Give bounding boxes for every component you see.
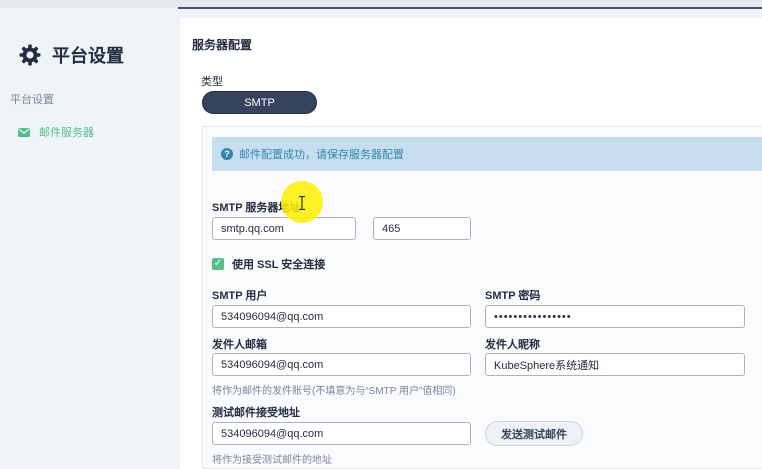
sidebar-item-mail-server[interactable]: 邮件服务器 <box>18 124 94 140</box>
server-config-card: 服务器配置 类型 SMTP ? 邮件配置成功，请保存服务器配置 SMTP 服务器… <box>180 18 762 469</box>
smtp-password-input[interactable]: •••••••••••••••• <box>485 305 745 328</box>
sender-email-label: 发件人邮箱 <box>212 339 267 351</box>
test-email-input[interactable]: 534096094@qq.com <box>212 422 471 445</box>
checkbox-checked-icon: ✓ <box>212 258 224 270</box>
smtp-host-input[interactable]: smtp.qq.com <box>212 217 356 240</box>
sidebar-item-label: 邮件服务器 <box>39 127 94 139</box>
send-test-email-button[interactable]: 发送测试邮件 <box>485 421 583 446</box>
type-label: 类型 <box>201 76 223 88</box>
mail-icon <box>18 127 30 137</box>
sender-name-input[interactable]: KubeSphere系统通知 <box>485 353 745 376</box>
info-icon: ? <box>221 148 233 160</box>
sender-name-label: 发件人昵称 <box>485 339 540 351</box>
gear-icon <box>19 44 41 66</box>
success-alert: ? 邮件配置成功，请保存服务器配置 <box>212 137 762 171</box>
smtp-settings-panel: ? 邮件配置成功，请保存服务器配置 SMTP 服务器地址 smtp.qq.com… <box>202 126 762 469</box>
top-bar <box>178 0 762 9</box>
type-smtp-button[interactable]: SMTP <box>202 91 317 114</box>
ssl-checkbox-label: 使用 SSL 安全连接 <box>232 259 326 271</box>
ssl-checkbox[interactable]: ✓ 使用 SSL 安全连接 <box>212 256 325 272</box>
sender-email-help: 将作为邮件的发件账号(不填意为与“SMTP 用户”值相同) <box>212 386 456 397</box>
smtp-user-input[interactable]: 534096094@qq.com <box>212 305 471 328</box>
sidebar-title-text: 平台设置 <box>52 46 124 66</box>
alert-text: 邮件配置成功，请保存服务器配置 <box>239 149 404 161</box>
sidebar-group-label: 平台设置 <box>10 94 54 106</box>
smtp-port-input[interactable]: 465 <box>373 217 471 240</box>
sidebar-title: 平台设置 <box>18 42 124 68</box>
smtp-user-label: SMTP 用户 <box>212 290 268 302</box>
text-cursor-icon <box>299 196 305 210</box>
smtp-password-label: SMTP 密码 <box>485 290 541 302</box>
sidebar: 平台设置 平台设置 邮件服务器 <box>0 0 178 469</box>
section-title: 服务器配置 <box>192 38 253 52</box>
test-email-help: 将作为接受测试邮件的地址 <box>212 455 332 466</box>
sidebar-top-strip <box>0 0 178 8</box>
sender-email-input[interactable]: 534096094@qq.com <box>212 353 471 376</box>
test-email-label: 测试邮件接受地址 <box>212 407 300 419</box>
